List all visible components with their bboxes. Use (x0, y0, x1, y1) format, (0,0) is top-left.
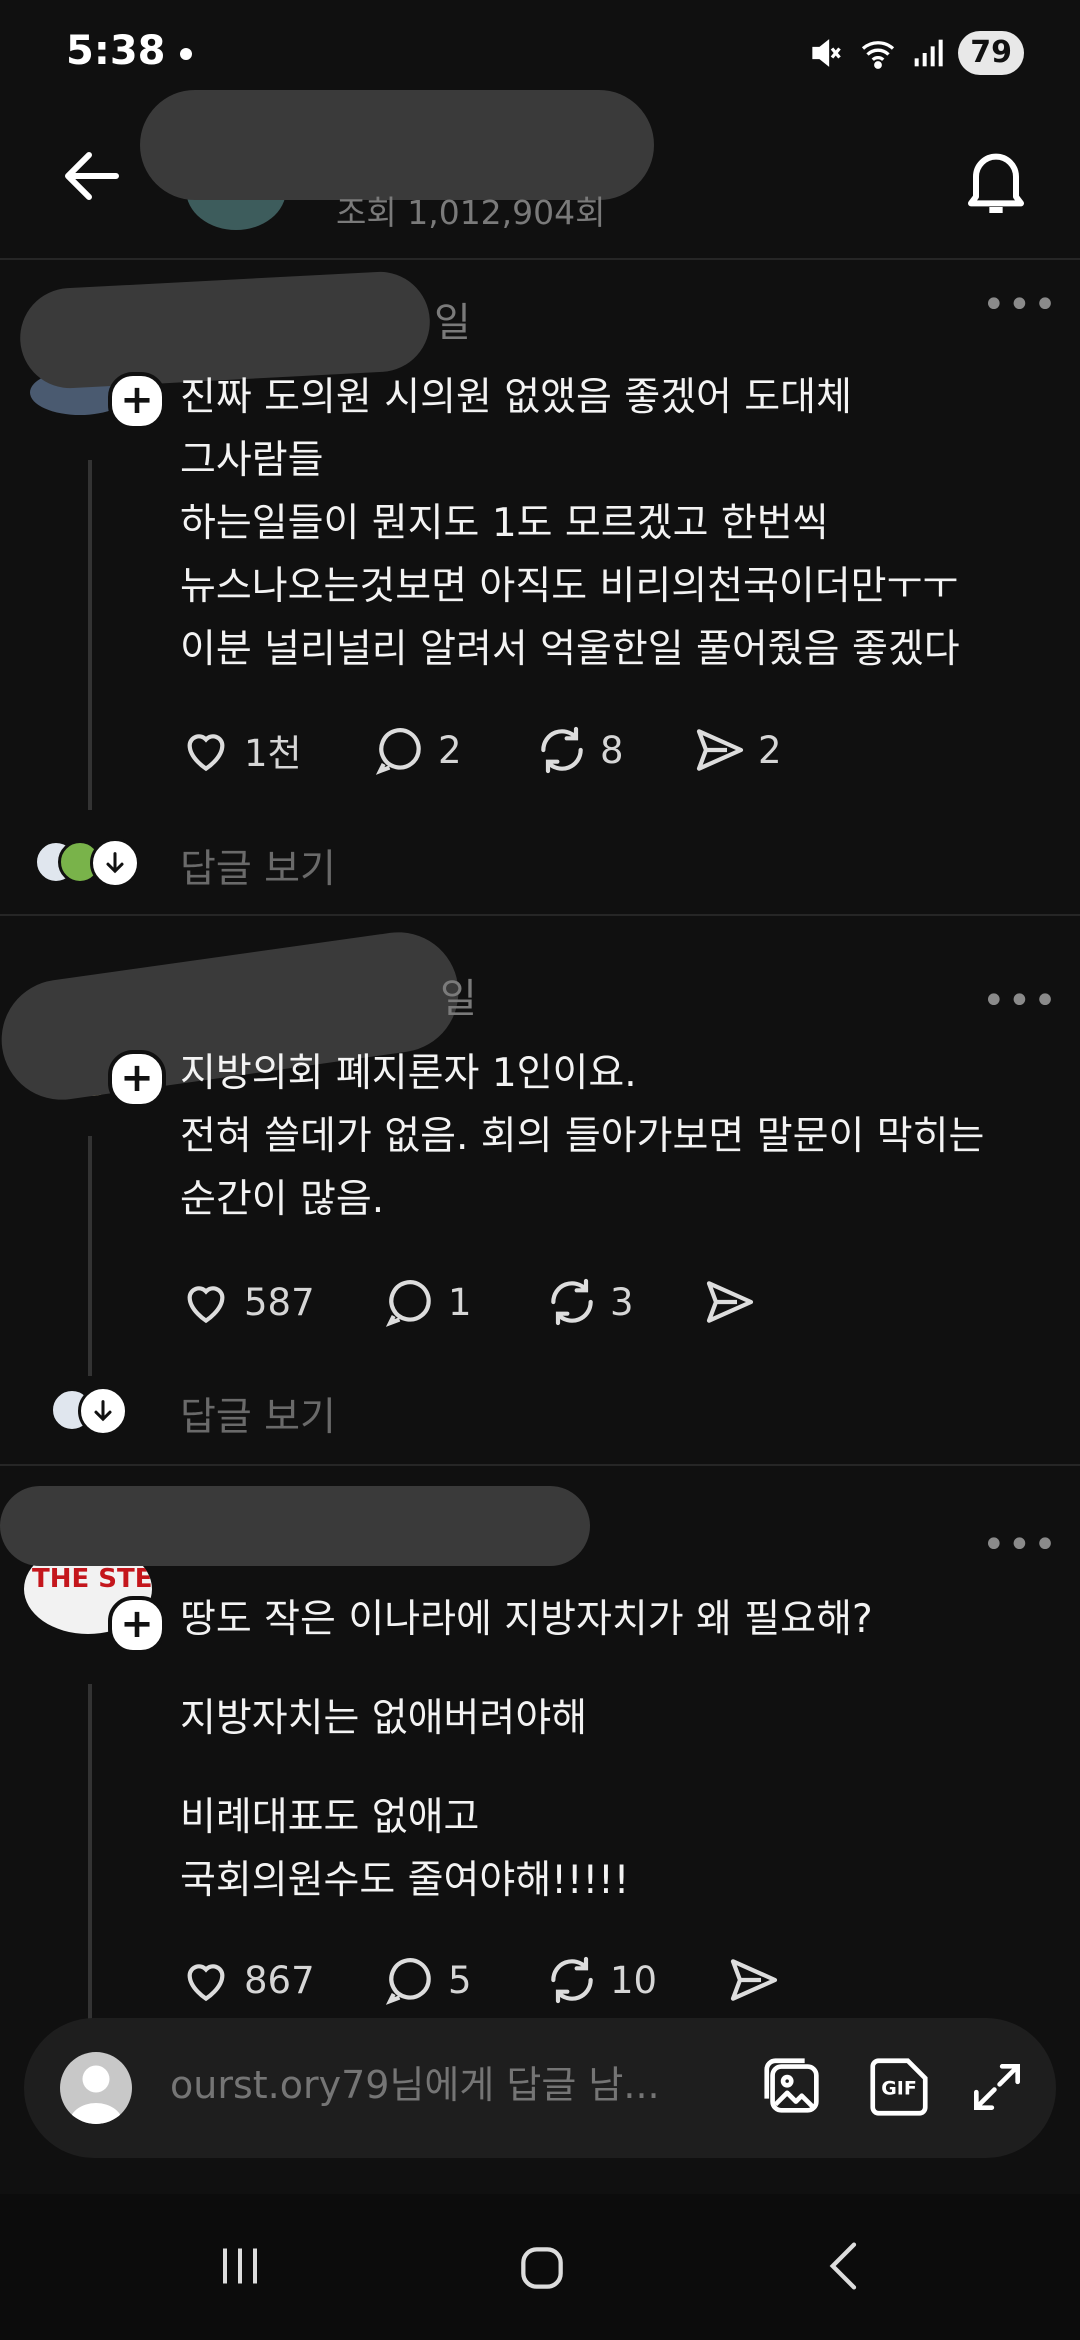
like-button[interactable]: 1천 (178, 722, 302, 778)
notification-button[interactable] (956, 140, 1036, 220)
like-count: 1천 (244, 732, 302, 775)
comment-line: 뉴스나오는것보면 아직도 비리의천국이더만ㅜㅜ (180, 564, 959, 609)
like-count: 867 (244, 1958, 315, 2002)
comment-body: 지방의회 폐지론자 1인이요. 전혀 쓸데가 없음. 회의 들아가보면 말문이 … (180, 1042, 984, 1231)
bell-icon (968, 153, 1024, 213)
redacted-title (140, 90, 654, 200)
mute-icon (812, 39, 842, 67)
reply-count: 1 (448, 1280, 472, 1324)
person-icon (69, 2065, 123, 2124)
recents-icon (223, 2248, 257, 2284)
repost-icon (541, 726, 583, 774)
follow-button[interactable]: + (108, 1596, 166, 1654)
back-button[interactable] (56, 140, 128, 212)
signal-icon (914, 39, 943, 67)
chevron-left-icon (829, 2242, 857, 2290)
reply-button[interactable]: 1 (382, 1274, 472, 1330)
reply-count: 2 (438, 728, 462, 772)
repost-count: 8 (600, 728, 624, 772)
comment-line: 이분 널리널리 알려서 억울한일 풀어줬음 좋겠다 (180, 627, 960, 672)
comment-line: 국회의원수도 줄여야해!!!!! (180, 1858, 630, 1903)
more-options-button[interactable]: ••• (982, 978, 1059, 1024)
speech-bubble-icon (375, 728, 421, 775)
username[interactable]: 일 (434, 290, 471, 348)
comment-card: 일 + ••• 진짜 도의원 시의원 없앴음 좋겠어 도대체 그사람들 하는일들… (0, 260, 1080, 914)
expand-button[interactable] (966, 2056, 1028, 2118)
send-icon (730, 1959, 778, 2001)
redacted-username (0, 1486, 590, 1566)
expand-replies-icon (78, 1386, 128, 1436)
comment-body: 진짜 도의원 시의원 없앴음 좋겠어 도대체 그사람들 하는일들이 뭔지도 1도… (180, 366, 960, 681)
recent-apps-button[interactable] (210, 2236, 270, 2296)
more-options-button[interactable]: ••• (982, 1522, 1059, 1568)
repost-icon (551, 1956, 593, 2004)
comment-line: 땅도 작은 이나라에 지방자치가 왜 필요해? (180, 1597, 873, 1642)
like-button[interactable]: 867 (178, 1952, 315, 2008)
repost-button[interactable]: 8 (534, 722, 624, 778)
view-count: 조회 1,012,904회 (336, 193, 606, 232)
repost-button[interactable]: 10 (544, 1952, 657, 2008)
speech-bubble-icon (385, 1958, 431, 2005)
share-button[interactable] (726, 1952, 792, 2008)
comment-body: 땅도 작은 이나라에 지방자치가 왜 필요해? 지방자치는 없애버려야해 비례대… (180, 1588, 873, 1912)
repost-button[interactable]: 3 (544, 1274, 634, 1330)
repost-icon (551, 1278, 593, 1326)
system-back-button[interactable] (814, 2234, 878, 2298)
heart-icon (187, 1964, 225, 2002)
thread-line (88, 1136, 92, 1376)
speech-bubble-icon (385, 1280, 431, 1327)
share-count: 2 (758, 728, 782, 772)
follow-button[interactable]: + (108, 372, 166, 430)
expand-replies-icon (90, 838, 140, 888)
view-replies-link[interactable]: 답글 보기 (180, 838, 336, 894)
reply-count: 5 (448, 1958, 472, 2002)
comment-line: 진짜 도의원 시의원 없앴음 좋겠어 도대체 (180, 375, 852, 420)
send-icon (696, 729, 744, 771)
like-button[interactable]: 587 (178, 1274, 315, 1330)
like-count: 587 (244, 1280, 315, 1324)
view-replies-link[interactable]: 답글 보기 (180, 1386, 336, 1442)
thread-line (88, 1684, 92, 2026)
reply-button[interactable]: 2 (372, 722, 462, 778)
heart-icon (187, 1286, 225, 1324)
comment-card: THE STE + ••• 땅도 작은 이나라에 지방자치가 왜 필요해? 지방… (0, 1466, 1080, 2026)
share-button[interactable] (702, 1274, 768, 1330)
more-options-button[interactable]: ••• (982, 282, 1059, 328)
svg-text:GIF: GIF (881, 2077, 917, 2099)
comment-line: 지방자치는 없애버려야해 (180, 1696, 588, 1741)
reply-avatars[interactable] (34, 838, 144, 888)
image-icon (764, 2058, 819, 2113)
comment-line: 하는일들이 뭔지도 1도 모르겠고 한번씩 (180, 501, 829, 546)
comment-line: 그사람들 (180, 438, 324, 483)
gif-button[interactable]: GIF (864, 2052, 934, 2122)
comment-card: 일 + ••• 지방의회 폐지론자 1인이요. 전혀 쓸데가 없음. 회의 들아… (0, 916, 1080, 1464)
comment-line: 비례대표도 없애고 (180, 1795, 480, 1840)
expand-icon (974, 2064, 1020, 2110)
battery-level: 79 (958, 31, 1024, 75)
arrow-left-icon (65, 152, 119, 200)
comment-line: 전혀 쓸데가 없음. 회의 들아가보면 말문이 막히는 (180, 1114, 985, 1159)
reply-input[interactable] (168, 2062, 712, 2108)
username[interactable]: 일 (440, 966, 477, 1024)
notification-dot (180, 48, 192, 60)
follow-button[interactable]: + (108, 1050, 166, 1108)
send-icon (706, 1281, 754, 1323)
image-button[interactable] (758, 2052, 828, 2122)
comment-line: 지방의회 폐지론자 1인이요. (180, 1051, 637, 1096)
comment-line: 순간이 많음. (180, 1177, 385, 1222)
home-icon (521, 2247, 563, 2289)
user-avatar (60, 2052, 132, 2124)
heart-icon (187, 734, 225, 772)
reply-button[interactable]: 5 (382, 1952, 472, 2008)
repost-count: 10 (610, 1958, 658, 2002)
status-icons: 79 (808, 30, 1024, 76)
status-time: 5:38 (66, 28, 166, 74)
thread-line (88, 460, 92, 810)
share-button[interactable]: 2 (692, 722, 782, 778)
home-button[interactable] (510, 2236, 574, 2300)
repost-count: 3 (610, 1280, 634, 1324)
reply-avatars[interactable] (50, 1386, 140, 1436)
gif-icon: GIF (870, 2058, 928, 2116)
wifi-icon (862, 41, 895, 69)
